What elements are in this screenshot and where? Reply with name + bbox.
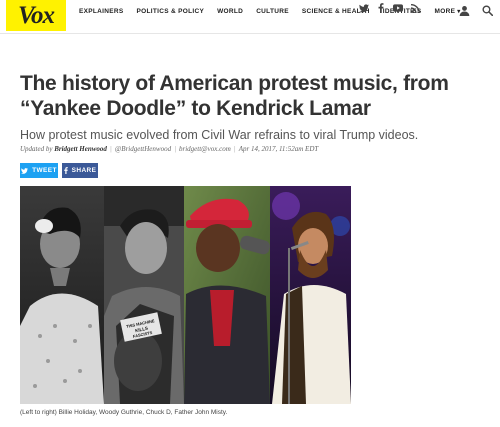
user-icon[interactable]: [459, 3, 470, 16]
nav-item-culture[interactable]: CULTURE: [256, 8, 289, 15]
top-nav: Vox EXPLAINERS POLITICS & POLICY WORLD C…: [0, 0, 500, 34]
photo-woody-guthrie: THIS MACHINE KILLS FASCISTS: [104, 186, 184, 404]
facebook-share-button[interactable]: SHARE: [62, 163, 98, 178]
page-title: The history of American protest music, f…: [20, 72, 449, 120]
byline-author[interactable]: Bridgett Henwood: [54, 145, 107, 153]
nav-item-explainers[interactable]: EXPLAINERS: [79, 8, 124, 15]
rss-icon[interactable]: [410, 3, 420, 13]
byline-divider: |: [233, 145, 236, 153]
byline-handle[interactable]: @BridgettHenwood: [115, 145, 171, 153]
nav-item-more[interactable]: MORE ▾: [435, 8, 461, 15]
twitter-icon[interactable]: [359, 3, 369, 13]
tweet-label: TWEET: [32, 167, 57, 174]
youtube-icon[interactable]: [393, 3, 403, 13]
photo-billie-holiday: [20, 186, 104, 404]
byline-prefix: Updated by: [20, 145, 53, 153]
hero-image: THIS MACHINE KILLS FASCISTS: [20, 186, 351, 404]
photo-father-john-misty: [270, 186, 351, 404]
logo-text: Vox: [18, 1, 55, 29]
photo-chuck-d: [184, 186, 270, 404]
byline-divider: |: [174, 145, 177, 153]
hero-collage: THIS MACHINE KILLS FASCISTS: [20, 186, 351, 404]
byline: Updated by Bridgett Henwood | @BridgettHen…: [20, 145, 490, 153]
byline-divider: |: [109, 145, 112, 153]
nav-item-world[interactable]: WORLD: [217, 8, 243, 15]
byline-email[interactable]: bridgett@vox.com: [179, 145, 231, 153]
image-caption: (Left to right) Billie Holiday, Woody Gu…: [20, 409, 228, 416]
tweet-button[interactable]: TWEET: [20, 163, 58, 178]
facebook-icon[interactable]: [376, 3, 386, 13]
social-links: [359, 3, 420, 13]
byline-date: Apr 14, 2017, 11:52am EDT: [238, 145, 319, 153]
facebook-icon: [63, 167, 68, 174]
twitter-icon: [21, 167, 29, 174]
nav-more-label: MORE: [434, 8, 456, 15]
nav-item-politics-policy[interactable]: POLITICS & POLICY: [137, 8, 205, 15]
search-icon[interactable]: [482, 3, 494, 17]
share-label: SHARE: [71, 167, 97, 174]
article-dek: How protest music evolved from Civil War…: [20, 128, 419, 142]
vox-logo[interactable]: Vox: [6, 0, 66, 31]
